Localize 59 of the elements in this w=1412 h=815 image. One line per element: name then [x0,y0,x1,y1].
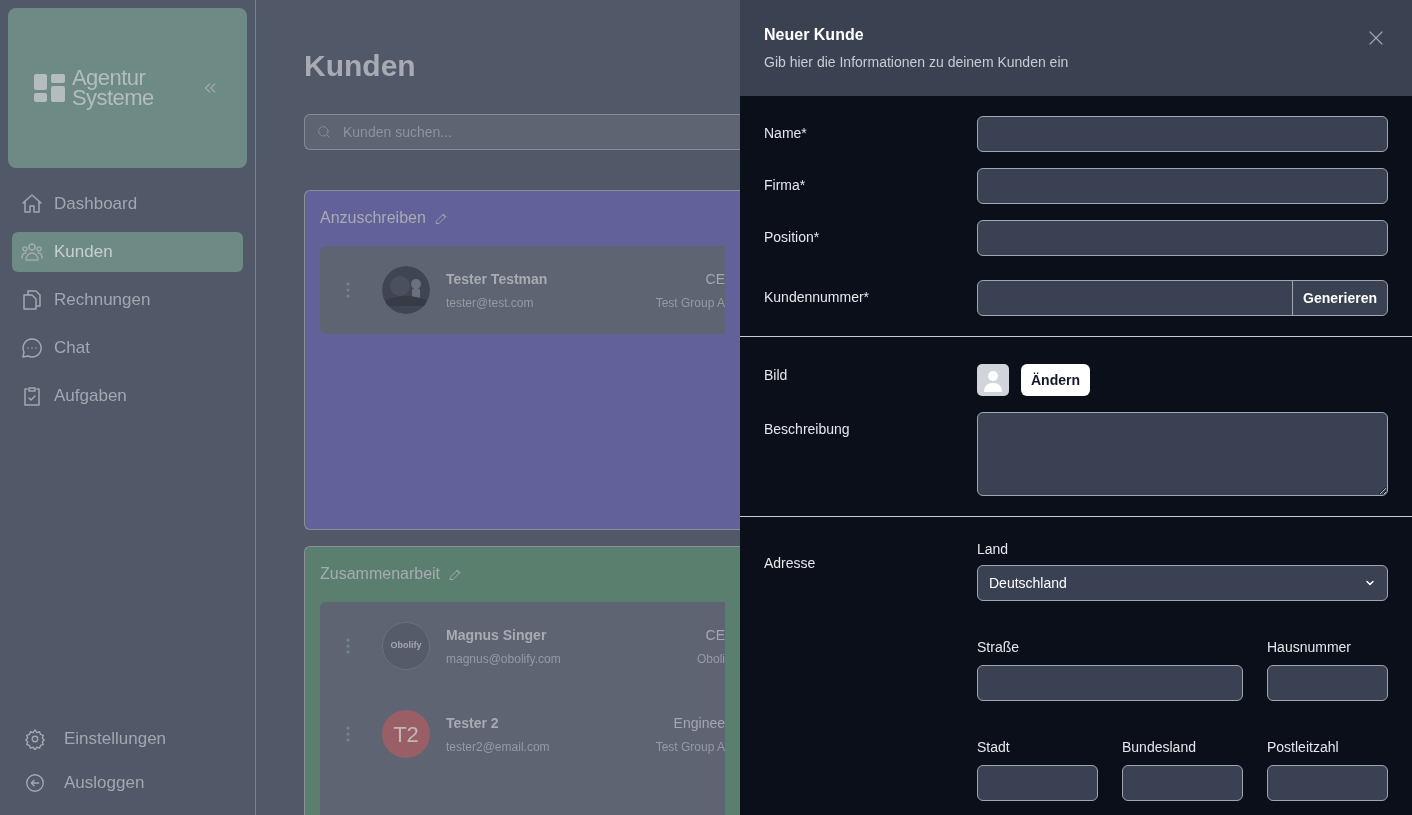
text-field[interactable] [977,665,1243,701]
customer-name: Tester Testman [446,269,548,289]
chat-bubble-icon [20,336,44,360]
home-icon [20,192,44,216]
customer-name: Tester 2 [446,713,500,733]
country-select[interactable]: Deutschland [977,565,1388,601]
field-label: Land [977,540,1010,559]
search-icon [316,124,332,140]
customer-position: CE [705,269,725,289]
page-title: Kunden [304,48,417,84]
field-label: Straße [977,638,1020,657]
field-label: Name* [764,124,808,143]
text-field[interactable] [1122,765,1243,801]
edit-icon [433,210,449,226]
panel-subtitle: Gib hier die Informationen zu deinem Kunden ein [764,53,1070,72]
close-icon [1367,29,1385,47]
field-label: Kundennummer* [764,288,871,307]
change-button[interactable]: Ändern [1021,364,1090,396]
field-label: Beschreibung [764,420,851,439]
avatar: T2 [382,710,430,758]
customer-name: Magnus Singer [446,625,548,645]
people-icon [20,240,44,264]
text-field[interactable] [977,220,1388,256]
field-label: Bundesland [1122,738,1197,757]
board-title: Anzuschreiben [320,208,426,228]
text-field[interactable] [1267,665,1388,701]
user-placeholder-icon [977,364,1009,396]
field-label: Position* [764,228,821,247]
logo-icon [34,72,66,104]
panel-title: Neuer Kunde [764,25,864,45]
field-label: Adresse [764,554,817,573]
nav-item[interactable]: Chat [12,328,243,368]
field-label: Bild [764,366,789,385]
text-field[interactable] [977,765,1098,801]
footer-link[interactable]: Ausloggen [24,771,231,795]
customer-number-field[interactable]: Generieren [977,280,1388,316]
nav-item[interactable]: Dashboard [12,184,243,224]
company-logo: Obolify [382,622,430,670]
field-label: Firma* [764,176,807,195]
customer-position: CE [705,625,725,645]
field-label: Hausnummer [1267,638,1353,657]
logo-text: Agentur [72,68,147,88]
nav-item[interactable]: Aufgaben [12,376,243,416]
nav-item[interactable]: Rechnungen [12,280,243,320]
board-title: Zusammenarbeit [320,564,441,584]
description-field[interactable] [977,412,1388,496]
customer-position: Enginee [673,713,725,733]
field-label: Postleitzahl [1267,738,1340,757]
generate-button[interactable]: Generieren [1292,281,1387,315]
field-label: Stadt [977,738,1011,757]
logout-icon [24,772,46,794]
footer-link[interactable]: Einstellungen [24,727,231,751]
settings-icon [24,728,46,750]
nav-item[interactable]: Kunden [12,232,243,272]
documents-icon [20,288,44,312]
text-field[interactable] [977,116,1388,152]
text-field[interactable] [977,168,1388,204]
close-button[interactable] [1367,29,1385,47]
text-field[interactable] [1267,765,1388,801]
